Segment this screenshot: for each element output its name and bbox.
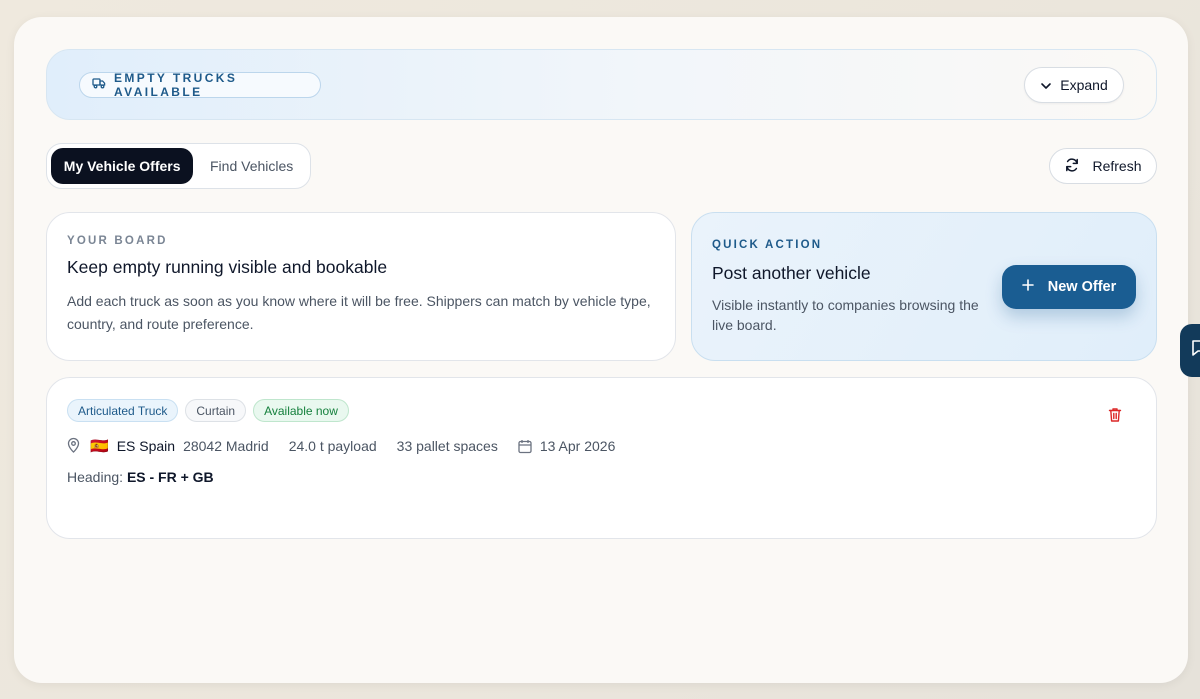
badge-label: EMPTY TRUCKS AVAILABLE bbox=[114, 71, 238, 99]
empty-trucks-badge: EMPTY TRUCKS AVAILABLE bbox=[79, 71, 321, 99]
postal-city: 28042 Madrid bbox=[183, 438, 269, 454]
truck-icon bbox=[92, 76, 106, 94]
board-description: Add each truck as soon as you know where… bbox=[67, 293, 651, 332]
hero-banner: EMPTY TRUCKS AVAILABLE Expand bbox=[46, 49, 1157, 120]
spain-flag: 🇪🇸 bbox=[90, 438, 109, 455]
pallet-spaces: 33 pallet spaces bbox=[396, 438, 498, 454]
main-panel: EMPTY TRUCKS AVAILABLE Expand My Vehicle… bbox=[14, 17, 1188, 683]
plus-icon bbox=[1021, 279, 1034, 295]
available-date: 13 Apr 2026 bbox=[539, 438, 616, 454]
heading-value: ES - FR + GB bbox=[126, 469, 214, 485]
country-label: ES Spain bbox=[116, 438, 176, 454]
view-tabs: My Vehicle Offers Find Vehicles bbox=[46, 143, 311, 189]
refresh-button[interactable]: Refresh bbox=[1049, 148, 1157, 184]
payload: 24.0 t payload bbox=[288, 438, 377, 454]
feedback-tab[interactable] bbox=[1180, 324, 1200, 377]
refresh-icon bbox=[1064, 157, 1080, 176]
body-type-tag: Curtain bbox=[185, 399, 247, 422]
chevron-down-icon bbox=[1040, 77, 1052, 93]
your-board-card: YOUR BOARD Keep empty running visible an… bbox=[46, 212, 676, 361]
delete-offer-button[interactable] bbox=[1108, 407, 1122, 428]
heading-label: Heading: bbox=[67, 469, 124, 485]
heading-line: Heading: ES - FR + GB bbox=[67, 469, 214, 485]
offer-details: 🇪🇸 ES Spain 28042 Madrid 24.0 t payload … bbox=[67, 436, 615, 456]
refresh-label: Refresh bbox=[1092, 158, 1142, 174]
vehicle-offer-card: Articulated Truck Curtain Available now bbox=[46, 377, 1157, 539]
quick-action-description: Visible instantly to companies browsing … bbox=[712, 297, 979, 333]
board-eyebrow: YOUR BOARD bbox=[67, 235, 168, 247]
offer-tags: Articulated Truck Curtain Available now bbox=[67, 399, 349, 422]
quick-action-eyebrow: QUICK ACTION bbox=[712, 239, 823, 251]
chat-icon bbox=[1191, 339, 1200, 362]
quick-action-card: QUICK ACTION Post another vehicle Visibl… bbox=[691, 212, 1157, 361]
new-offer-label: New Offer bbox=[1047, 279, 1117, 295]
expand-label: Expand bbox=[1060, 77, 1108, 93]
location-pin-icon bbox=[67, 437, 80, 456]
board-title: Keep empty running visible and bookable bbox=[67, 257, 388, 277]
calendar-icon bbox=[518, 439, 532, 454]
tab-my-vehicle-offers[interactable]: My Vehicle Offers bbox=[51, 148, 194, 184]
tab-find-vehicles[interactable]: Find Vehicles bbox=[197, 148, 306, 184]
new-offer-button[interactable]: New Offer bbox=[1002, 265, 1136, 309]
availability-tag: Available now bbox=[253, 399, 349, 422]
expand-button[interactable]: Expand bbox=[1024, 67, 1124, 103]
trash-icon bbox=[1108, 408, 1122, 427]
vehicle-type-tag: Articulated Truck bbox=[67, 399, 179, 422]
